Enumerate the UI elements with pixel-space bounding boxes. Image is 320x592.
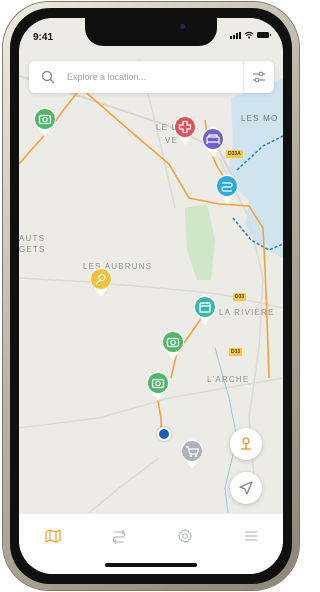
camera-pin-northwest[interactable]: [32, 106, 58, 138]
filter-button[interactable]: [243, 61, 274, 93]
road-badge-d33: D33: [233, 293, 247, 301]
app-screen: LE LIN VE LES MO AUTS GETS LES AUBRUNS L…: [19, 18, 283, 574]
route-pin[interactable]: [214, 173, 240, 205]
map-label-auts: AUTS: [19, 234, 46, 243]
signal-icon: [230, 31, 241, 39]
tab-menu[interactable]: [241, 526, 261, 546]
tab-map[interactable]: [43, 526, 63, 546]
map-label-les-mo: LES MO: [241, 114, 279, 123]
current-location-dot: [157, 427, 171, 441]
road-badge-d33a: D33A: [226, 150, 243, 158]
road-badge-d33-south: D33: [229, 348, 243, 356]
tab-routes[interactable]: [109, 526, 129, 546]
wifi-icon: [244, 31, 254, 39]
battery-icon: [257, 32, 271, 38]
navigation-arrow-icon: [239, 481, 253, 495]
status-time: 9:41: [33, 32, 54, 43]
front-camera: [180, 24, 185, 29]
camera-pin-middle[interactable]: [160, 329, 186, 361]
tab-settings[interactable]: [175, 526, 195, 546]
cart-pin[interactable]: [179, 438, 205, 470]
map-pin-icon: [241, 437, 251, 450]
map-label-l-arche: L'ARCHE: [207, 375, 250, 384]
gear-icon: [177, 528, 193, 544]
sliders-icon: [253, 71, 265, 83]
map-label-gets: GETS: [19, 245, 46, 254]
medical-pin[interactable]: [172, 114, 198, 146]
search-icon: [41, 70, 55, 84]
phone-notch: [85, 18, 217, 46]
map-label-la-riviere: LA RIVIÈRE: [219, 308, 275, 317]
map-icon: [45, 529, 61, 543]
status-icons: [230, 31, 271, 39]
hamburger-menu-icon: [245, 531, 257, 541]
bed-pin[interactable]: [200, 126, 226, 158]
home-indicator: [105, 563, 197, 567]
route-icon: [112, 529, 126, 544]
search-input[interactable]: [65, 71, 219, 83]
search-bar: [29, 61, 274, 93]
flower-pin[interactable]: [88, 266, 114, 298]
camera-pin-south[interactable]: [145, 370, 171, 402]
calendar-pin[interactable]: [192, 294, 218, 326]
locate-me-button[interactable]: [230, 472, 262, 504]
location-search-button[interactable]: [230, 428, 262, 460]
